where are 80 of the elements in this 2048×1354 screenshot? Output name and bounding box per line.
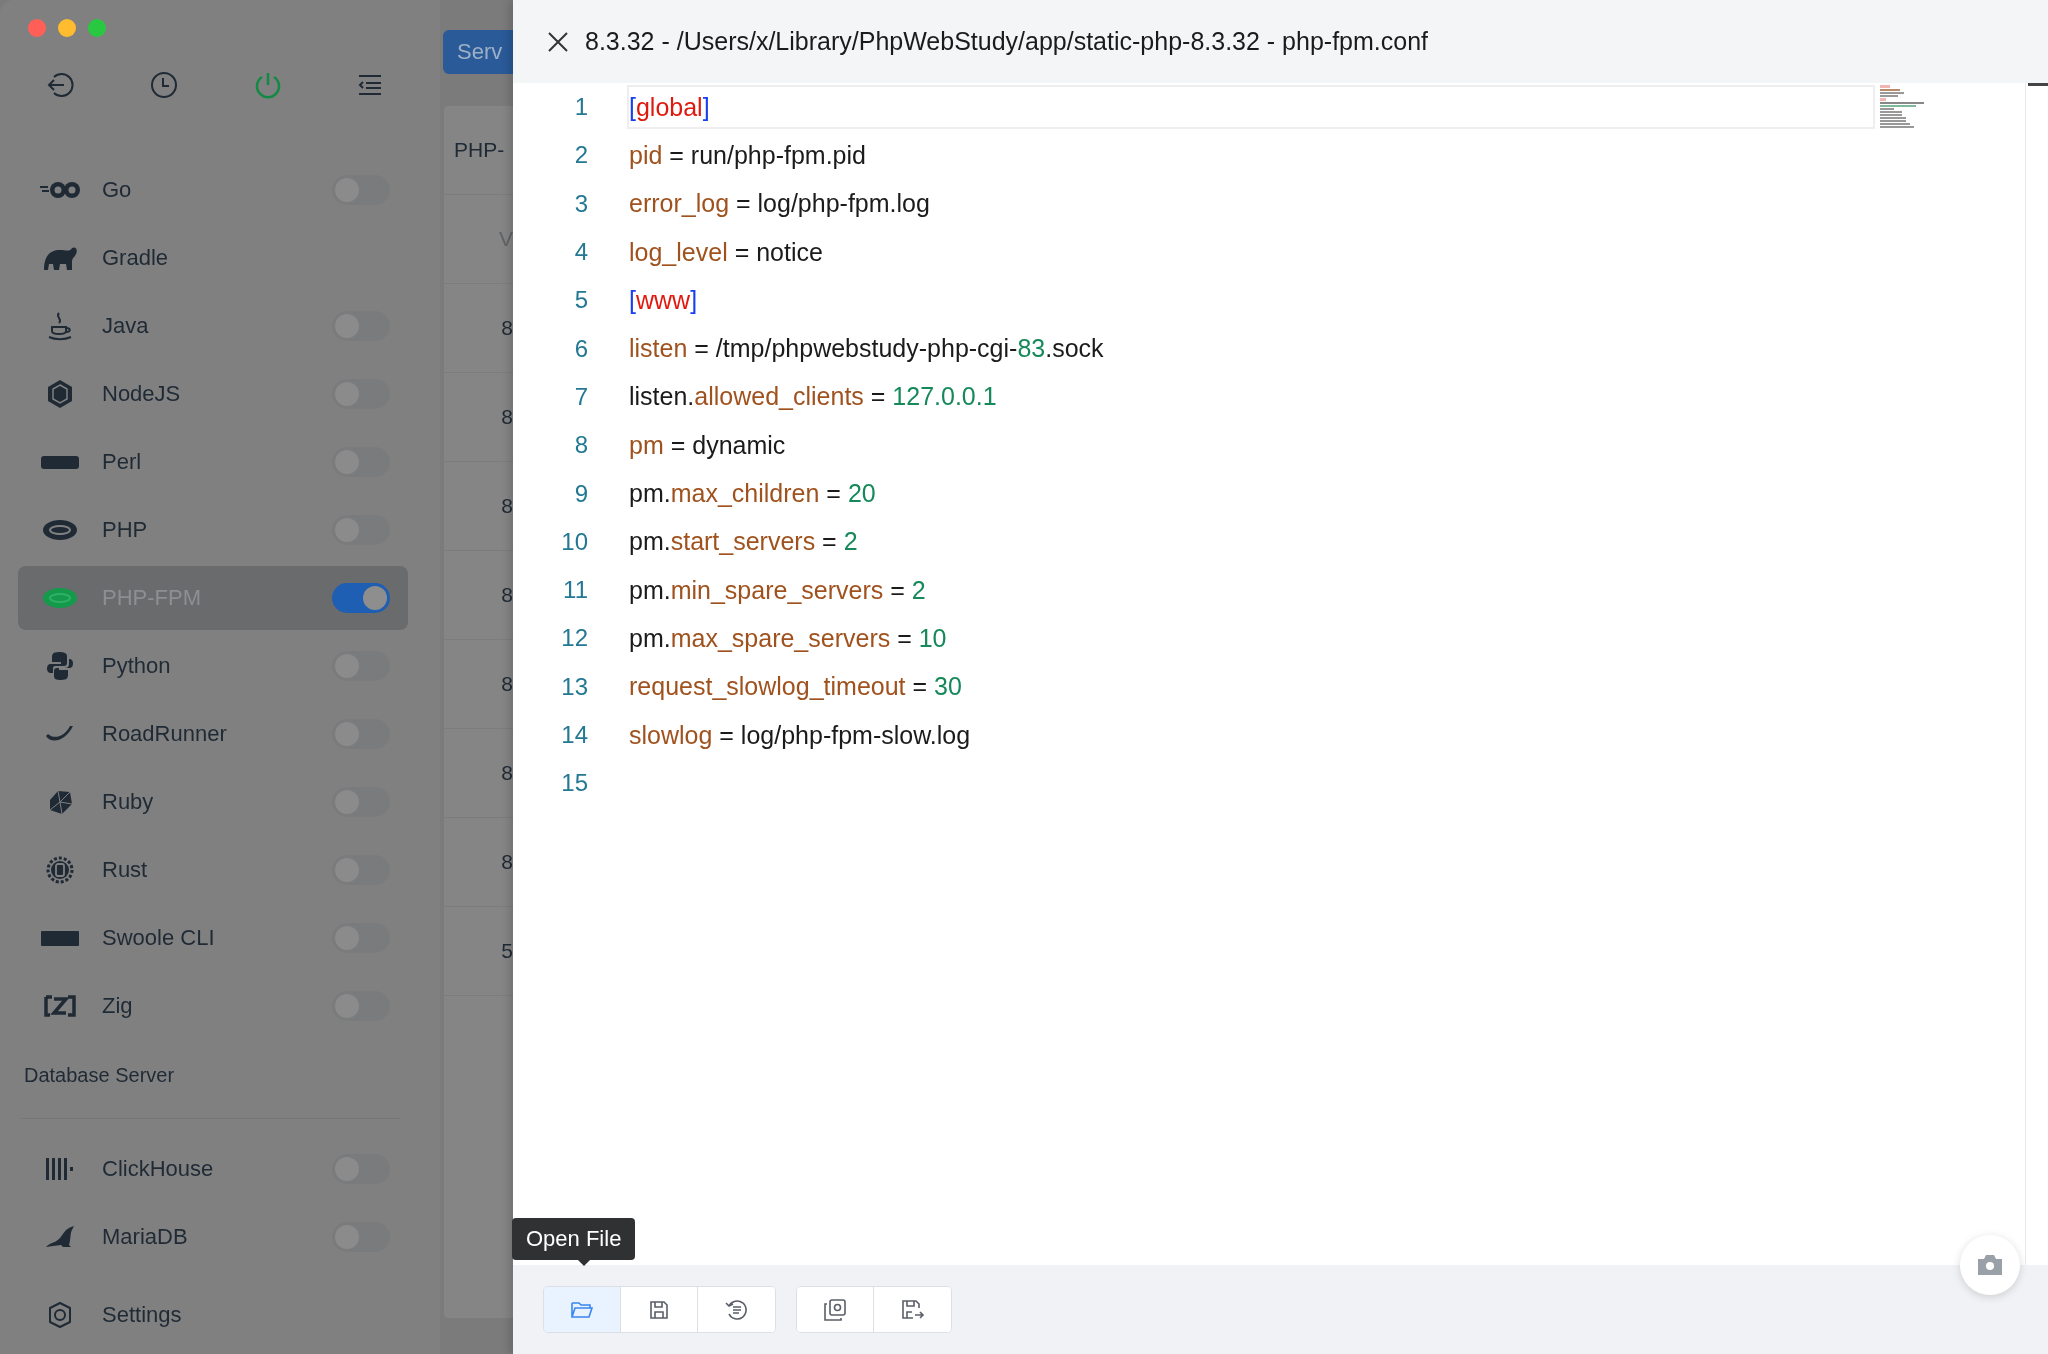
sidebar-item[interactable]: Java — [18, 294, 408, 358]
history-list-icon — [724, 1298, 749, 1321]
table-cell: 8 — [501, 672, 513, 696]
sidebar-item[interactable]: Rust — [18, 838, 408, 902]
tooltip: Open File — [512, 1218, 636, 1260]
sidebar-item[interactable]: NodeJS — [18, 362, 408, 426]
code-line: request_slowlog_timeout = 30 — [629, 672, 962, 702]
code-line: pm = dynamic — [629, 430, 786, 460]
sidebar-item[interactable]: Go — [18, 158, 408, 222]
sidebar-item[interactable]: ClickHouse — [18, 1137, 408, 1201]
settings-item[interactable]: Settings — [18, 1283, 408, 1347]
code-line: pid = run/php-fpm.pid — [629, 140, 866, 170]
save-icon — [649, 1299, 669, 1320]
table-cell: 8 — [501, 494, 513, 518]
sidebar-item[interactable]: Zig — [18, 974, 408, 1038]
sidebar-item[interactable]: Ruby — [18, 770, 408, 834]
code-line: pm.min_spare_servers = 2 — [629, 575, 926, 605]
tooltip-arrow — [577, 1259, 591, 1266]
line-number: 11 — [562, 576, 588, 605]
code-line: [global] — [629, 92, 710, 122]
sidebar-item[interactable]: Swoole CLI — [18, 906, 408, 970]
code-line: listen = /tmp/phpwebstudy-php-cgi-83.sock — [629, 334, 1104, 364]
line-number: 12 — [560, 624, 588, 653]
line-number: 6 — [573, 334, 588, 363]
line-number: 2 — [573, 141, 588, 170]
toolbar-button[interactable] — [797, 1287, 874, 1332]
camera-button[interactable] — [1960, 1235, 2020, 1295]
line-number: 15 — [560, 769, 588, 798]
menu-icon[interactable] — [358, 74, 382, 96]
sidebar-item[interactable]: Perl — [18, 430, 408, 494]
sidebar-item[interactable]: MariaDB — [18, 1205, 408, 1269]
line-number: 8 — [573, 431, 588, 460]
code-line: error_log = log/php-fpm.log — [629, 189, 930, 219]
code-line: listen.allowed_clients = 127.0.0.1 — [629, 382, 997, 412]
table-cell: 8 — [501, 761, 513, 785]
table-cell: 8 — [501, 316, 513, 340]
card-title: PHP- — [454, 138, 505, 162]
line-number: 10 — [560, 527, 588, 556]
line-number: 1 — [573, 93, 588, 122]
line-number: 13 — [560, 672, 588, 701]
table-cell: 8 — [501, 583, 513, 607]
sidebar-item[interactable]: PHP — [18, 498, 408, 562]
ellipse-logo-icon — [40, 519, 80, 541]
camera-icon — [1976, 1253, 2004, 1277]
drawer-title: 8.3.32 - /Users/x/Library/PhpWebStudy/app/static-php-8.3.32 - php-fpm.conf — [585, 27, 1429, 56]
toolbar-button[interactable] — [544, 1287, 621, 1332]
code-line: pm.max_spare_servers = 10 — [629, 623, 947, 653]
sidebar-item[interactable]: Gradle — [18, 226, 408, 290]
window-control[interactable] — [58, 19, 76, 37]
line-number: 9 — [573, 479, 588, 508]
tab-button[interactable]: Serv — [443, 30, 513, 74]
sidebar-item[interactable]: RoadRunner — [18, 702, 408, 766]
speed-lines-icon — [40, 180, 80, 200]
line-number: 14 — [560, 721, 588, 749]
code-line: log_level = notice — [629, 237, 823, 267]
folder-icon — [571, 1299, 593, 1320]
line-number: 4 — [573, 238, 588, 267]
scrollbar-thumb[interactable] — [2028, 83, 2048, 86]
line-number: 3 — [573, 189, 588, 218]
toggle-switch[interactable] — [332, 583, 390, 613]
exit-icon[interactable] — [46, 71, 74, 99]
close-icon[interactable] — [547, 30, 569, 53]
code-line: [www] — [629, 285, 698, 315]
table-cell: 8 — [501, 850, 513, 874]
save-export-icon — [900, 1298, 925, 1321]
window-control[interactable] — [88, 19, 106, 37]
line-number: 7 — [573, 382, 588, 411]
code-line: pm.start_servers = 2 — [629, 527, 858, 557]
logo-mark-icon — [40, 928, 80, 948]
sidebar-item[interactable]: Python — [18, 634, 408, 698]
clock-icon[interactable] — [150, 71, 178, 99]
code-line: pm.max_children = 20 — [629, 479, 876, 508]
section-title: Database Server — [24, 1064, 175, 1086]
table-cell: 5 — [501, 939, 513, 963]
line-number: 5 — [573, 286, 588, 315]
power-icon[interactable] — [254, 71, 282, 99]
table-cell: 8 — [501, 405, 513, 429]
ellipse-logo-icon — [40, 587, 80, 609]
window-control[interactable] — [28, 19, 46, 37]
code-line: slowlog = log/php-fpm-slow.log — [629, 720, 971, 750]
